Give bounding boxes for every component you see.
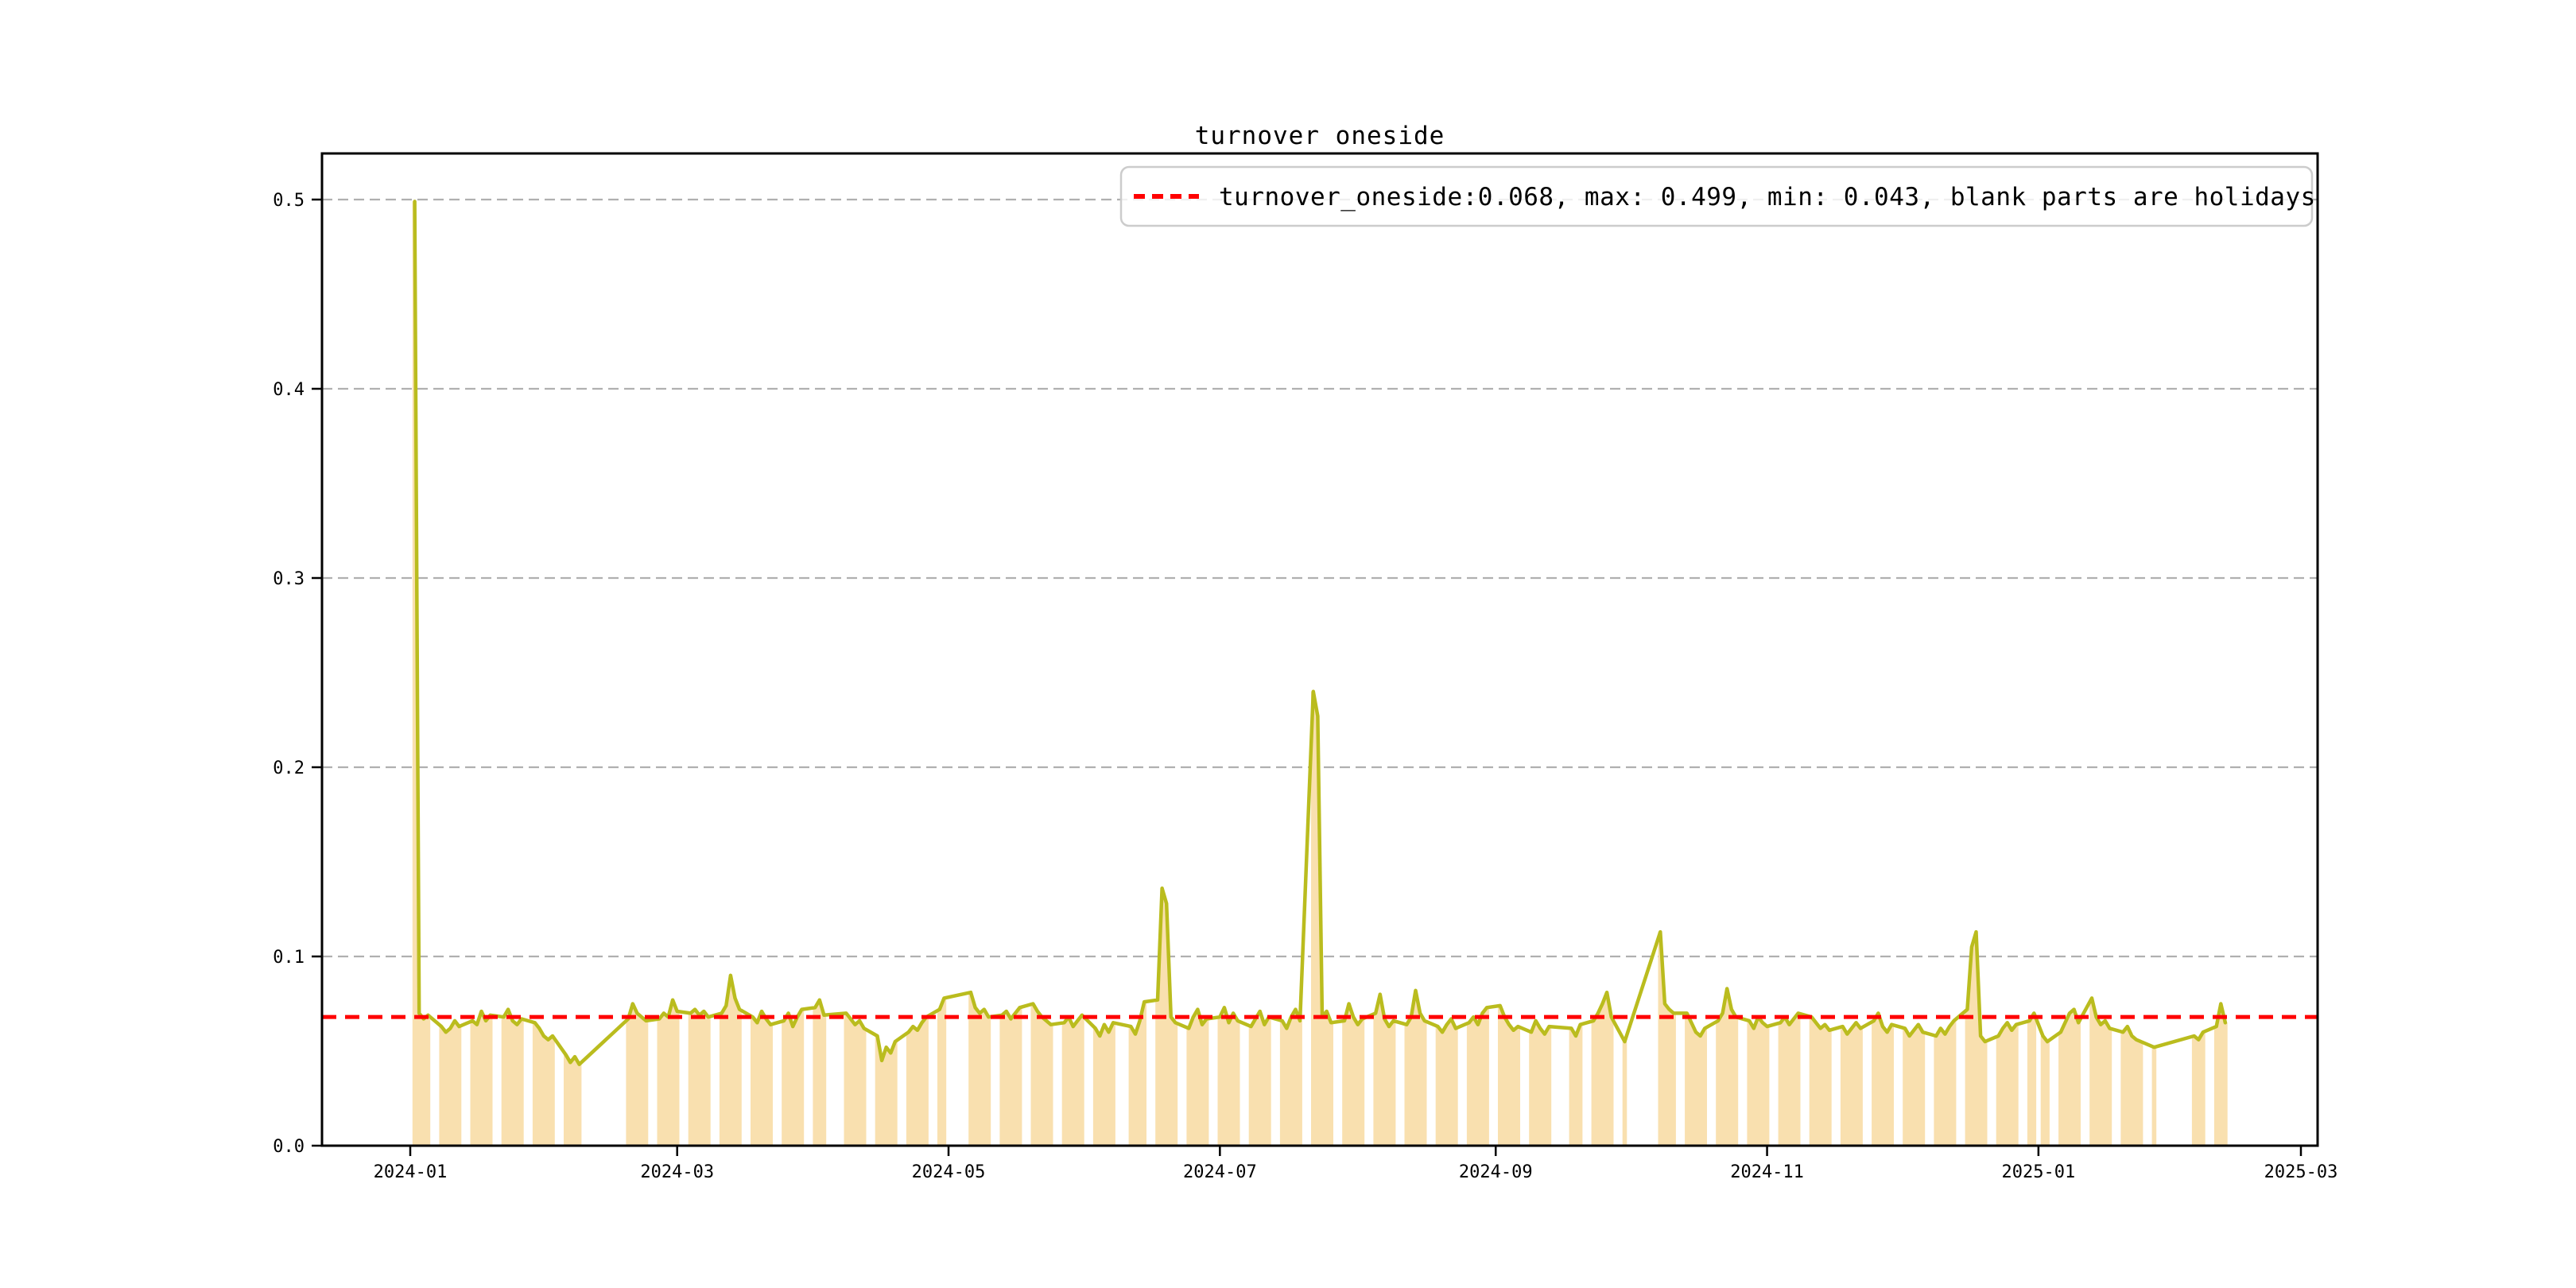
x-tick-label: 2024-07	[1183, 1162, 1257, 1182]
holiday-bar	[782, 1009, 805, 1146]
holiday-bar	[2151, 1047, 2157, 1146]
holiday-bar	[470, 1011, 493, 1146]
x-tick-label: 2024-01	[374, 1162, 448, 1182]
holiday-bar	[1342, 1003, 1365, 1146]
holiday-bar	[719, 975, 742, 1146]
holiday-bar	[1903, 1024, 1926, 1146]
holiday-bar	[1809, 1017, 1832, 1146]
holiday-bar	[688, 1009, 711, 1146]
holiday-bar	[532, 1022, 555, 1146]
holiday-bar	[1466, 1007, 1489, 1146]
x-tick-label: 2024-05	[912, 1162, 986, 1182]
holiday-bar	[1061, 1014, 1084, 1146]
holiday-bar	[2040, 1036, 2050, 1146]
holiday-bar	[1872, 1013, 1894, 1146]
y-tick-label: 0.3	[273, 569, 305, 589]
holiday-bar	[1404, 990, 1427, 1146]
holiday-bar	[2027, 1013, 2037, 1146]
holiday-bar	[844, 1013, 867, 1146]
y-tick-label: 0.2	[273, 758, 305, 778]
x-tick-label: 2025-03	[2264, 1162, 2338, 1182]
holiday-bar	[2191, 1032, 2206, 1146]
x-tick-label: 2025-01	[2002, 1162, 2076, 1182]
holiday-bar	[1279, 1009, 1302, 1146]
holiday-bar	[657, 999, 680, 1146]
legend: turnover_oneside:0.068, max: 0.499, min:…	[1119, 165, 2316, 227]
holiday-bar	[999, 1007, 1022, 1146]
matplotlib-figure: 2024-01 2024-03 2024-05 2024-07 2024-09 2024-…	[0, 0, 2576, 1288]
holiday-bars-layer	[412, 201, 2228, 1146]
holiday-bar	[1186, 1009, 1209, 1146]
holiday-bar	[1435, 1018, 1458, 1146]
y-tick-label: 0.0	[273, 1137, 305, 1157]
holiday-bar	[1569, 1024, 1583, 1146]
holiday-bar	[2120, 1026, 2143, 1146]
y-tick-label: 0.1	[273, 948, 305, 968]
holiday-bar	[751, 1011, 773, 1146]
y-tick-label: 0.5	[273, 191, 305, 211]
holiday-bar	[1934, 1020, 1957, 1146]
x-tick-label: 2024-03	[640, 1162, 714, 1182]
holiday-bar	[906, 1017, 929, 1146]
holiday-bar	[1529, 1020, 1552, 1146]
holiday-bar	[501, 1009, 524, 1146]
holiday-bar	[937, 998, 947, 1146]
holiday-bar	[813, 999, 827, 1146]
legend-label: turnover_oneside:0.068, max: 0.499, min:…	[1219, 183, 2316, 211]
holiday-bar	[2089, 998, 2112, 1146]
holiday-bar	[1092, 1022, 1115, 1146]
x-tick-label: 2024-09	[1459, 1162, 1533, 1182]
turnover-chart: 2024-01 2024-03 2024-05 2024-07 2024-09 2024-…	[273, 122, 2338, 1182]
turnover-line	[413, 200, 2228, 1066]
holiday-bar	[1840, 1022, 1863, 1146]
x-tick-label: 2024-11	[1730, 1162, 1804, 1182]
y-tick-label: 0.4	[273, 380, 305, 400]
holiday-bar	[1996, 1022, 2019, 1146]
chart-title: turnover oneside	[1195, 122, 1445, 150]
holiday-bar	[439, 1020, 462, 1146]
holiday-bar	[1778, 1013, 1801, 1146]
holiday-bar	[564, 1054, 582, 1146]
holiday-bar	[1622, 1042, 1627, 1146]
holiday-bar	[1217, 1007, 1240, 1146]
holiday-bar	[1747, 1017, 1770, 1146]
holiday-bar	[1248, 1011, 1271, 1146]
series-layer	[413, 200, 2228, 1066]
holiday-bar	[626, 1003, 649, 1146]
